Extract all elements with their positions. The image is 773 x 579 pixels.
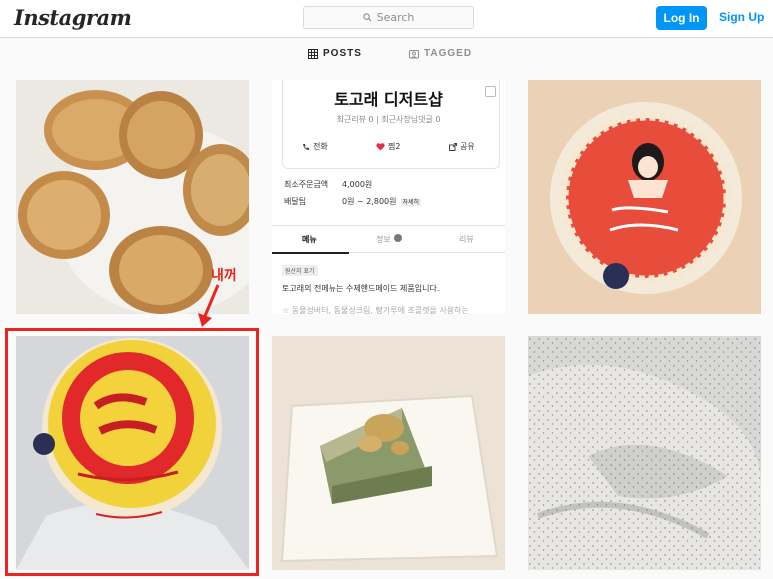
arrow-icon: [198, 284, 220, 327]
tab-tagged[interactable]: TAGGED: [409, 48, 472, 59]
menu-description-2: ☆ 동물성버터, 동물성크림, 빵가루에 초콜렛을 사용하는: [282, 306, 469, 314]
info-badge-icon: [394, 234, 402, 242]
share-label: 공유: [460, 142, 475, 151]
grid-icon: [308, 48, 318, 59]
post-image-cream: [528, 336, 761, 570]
phone-icon: [303, 143, 309, 150]
heart-icon: [376, 142, 385, 150]
share-action: 공유: [449, 141, 475, 152]
like-label: 찜2: [388, 142, 401, 151]
menu-tab-info: 정보: [376, 235, 391, 244]
delivery-detail: 자세히: [400, 199, 422, 206]
checkbox-icon: [485, 86, 496, 97]
menu-tab-menu: 메뉴: [302, 235, 317, 244]
post-tile[interactable]: [528, 80, 761, 314]
shop-stats: 최근리뷰 0 | 최근사장님댓글 0: [336, 115, 441, 124]
delivery-value: 0원 ~ 2,800원: [342, 197, 397, 206]
post-tile[interactable]: 토고래 디저트샵 최근리뷰 0 | 최근사장님댓글 0 전화 찜2 공유 최소주…: [272, 80, 505, 314]
shop-name: 토고래 디저트샵: [334, 90, 443, 109]
delivery-value-wrap: 0원 ~ 2,800원 자세히: [342, 196, 422, 207]
like-action: 찜2: [376, 141, 400, 152]
origin-tag: 원산지 표기: [282, 265, 318, 276]
post-image-cake-slice: [272, 336, 505, 570]
menu-tab-review: 리뷰: [459, 235, 474, 244]
post-tile[interactable]: [272, 336, 505, 570]
tab-posts[interactable]: POSTS: [308, 48, 362, 59]
post-tile[interactable]: [528, 336, 761, 570]
annotation-label: 내꺼: [211, 268, 237, 284]
delivery-row: 배달팁 0원 ~ 2,800원 자세히: [284, 196, 422, 207]
tag-icon: [409, 49, 419, 58]
search-input[interactable]: Search: [303, 6, 474, 29]
top-navigation-bar: Instagram Search Log In Sign Up: [0, 0, 773, 38]
call-label: 전화: [313, 142, 328, 151]
instagram-logo[interactable]: Instagram: [14, 5, 132, 30]
min-order-value: 4,000원: [342, 180, 373, 189]
search-icon: [362, 13, 372, 22]
profile-tabs: POSTS TAGGED: [0, 48, 773, 70]
share-icon: [449, 142, 457, 151]
post-image-pink-cake: [528, 80, 761, 314]
min-order-row: 최소주문금액 4,000원: [284, 179, 372, 190]
active-tab-underline: [272, 252, 349, 254]
menu-tabs: 메뉴 정보 리뷰: [272, 225, 505, 254]
signup-link[interactable]: Sign Up: [719, 10, 764, 24]
tab-posts-label: POSTS: [323, 48, 362, 59]
login-button[interactable]: Log In: [656, 6, 707, 30]
delivery-label: 배달팁: [284, 197, 307, 206]
min-order-label: 최소주문금액: [284, 180, 329, 189]
tab-tagged-label: TAGGED: [424, 48, 473, 59]
highlight-box: [5, 328, 259, 576]
search-placeholder: Search: [376, 11, 415, 24]
menu-description: 토고래의 전메뉴는 수제핸드메이드 제품입니다.: [282, 284, 440, 293]
call-action: 전화: [302, 141, 328, 152]
